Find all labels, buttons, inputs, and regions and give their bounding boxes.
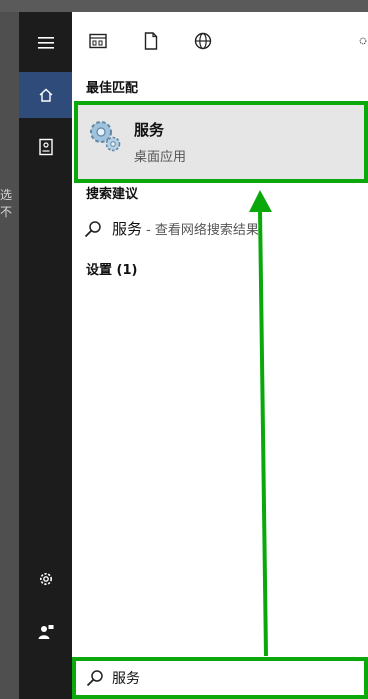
- apps-icon: [89, 33, 107, 49]
- notebook-button[interactable]: [19, 124, 72, 170]
- best-match-heading: 最佳匹配: [86, 81, 139, 96]
- settings-heading[interactable]: 设置 (1): [86, 259, 137, 278]
- best-match-result[interactable]: 服务 桌面应用: [74, 101, 368, 183]
- filter-settings-button[interactable]: [358, 29, 368, 53]
- notebook-icon: [38, 138, 53, 156]
- best-match-subtitle: 桌面应用: [134, 150, 187, 165]
- background-window: 选不: [0, 12, 19, 699]
- search-input[interactable]: [112, 670, 332, 686]
- person-feedback-icon: [38, 625, 53, 639]
- settings-icon: [359, 37, 367, 45]
- apps-filter-button[interactable]: [86, 29, 110, 53]
- document-icon: [144, 32, 158, 50]
- documents-filter-button[interactable]: [139, 29, 163, 53]
- search-icon: [84, 220, 101, 237]
- search-suggestions-heading: 搜索建议: [86, 187, 139, 202]
- background-top-strip: [0, 0, 368, 12]
- menu-button[interactable]: [19, 20, 72, 66]
- start-rail: [19, 12, 72, 699]
- home-icon: [39, 88, 52, 102]
- suggestion-description: - 查看网络搜索结果: [146, 223, 259, 238]
- best-match-title: 服务: [134, 121, 165, 139]
- settings-button[interactable]: [19, 556, 72, 602]
- gear-icon: [39, 573, 52, 585]
- hamburger-icon: [37, 37, 54, 49]
- search-icon: [86, 670, 103, 687]
- web-filter-button[interactable]: [191, 29, 215, 53]
- web-suggestion-item[interactable]: 服务 - 查看网络搜索结果: [84, 218, 259, 239]
- background-text: 选不: [0, 188, 13, 219]
- services-gear-icon: [90, 121, 121, 152]
- suggestion-query: 服务: [112, 220, 143, 238]
- search-results-panel: 最佳匹配 服务 桌面应用 搜索建议 服务 - 查看网络搜索结果 设置 (1): [72, 12, 368, 657]
- feedback-button[interactable]: [19, 609, 72, 655]
- web-icon: [194, 32, 212, 50]
- home-button[interactable]: [19, 72, 72, 118]
- search-box[interactable]: [72, 657, 368, 699]
